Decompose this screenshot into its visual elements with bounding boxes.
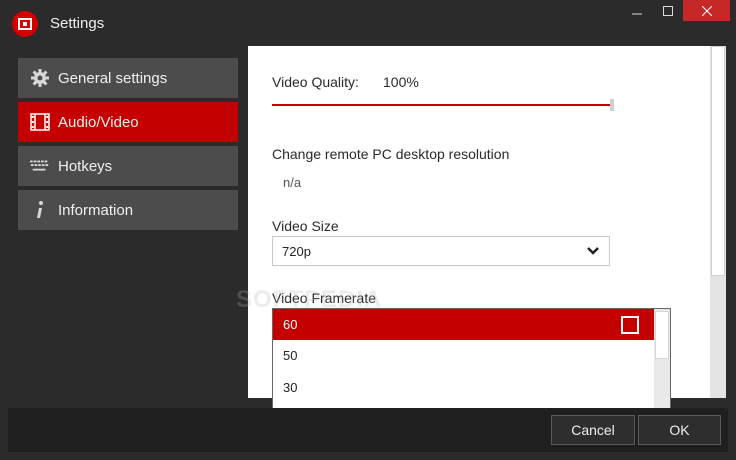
framerate-option-30[interactable]: 30 — [273, 372, 654, 403]
keyboard-icon — [30, 156, 50, 176]
sidebar-item-general-settings[interactable]: General settings — [18, 58, 238, 98]
resolution-value: n/a — [283, 175, 302, 190]
chevron-down-icon — [585, 243, 601, 259]
cancel-button[interactable]: Cancel — [551, 415, 635, 445]
panel-scrollbar-thumb[interactable] — [711, 46, 725, 276]
app-logo-icon — [12, 11, 38, 37]
ok-button[interactable]: OK — [638, 415, 721, 445]
video-quality-label: Video Quality: — [272, 74, 359, 90]
sidebar-item-label: Information — [58, 201, 134, 219]
sidebar-item-hotkeys[interactable]: Hotkeys — [18, 146, 238, 186]
sidebar-item-label: General settings — [58, 69, 168, 87]
resolution-label: Change remote PC desktop resolution — [272, 146, 510, 162]
framerate-option-60[interactable]: 60 — [273, 309, 654, 340]
film-icon — [30, 112, 50, 132]
video-quality-slider-thumb[interactable] — [610, 99, 614, 111]
sidebar-item-audio-video[interactable]: Audio/Video — [18, 102, 238, 142]
maximize-button[interactable] — [654, 0, 682, 21]
minimize-button[interactable] — [621, 0, 653, 21]
close-button[interactable] — [683, 0, 730, 21]
dropdown-scrollbar-thumb[interactable] — [655, 311, 669, 359]
video-size-label: Video Size — [272, 218, 339, 234]
sidebar-item-information[interactable]: Information — [18, 190, 238, 230]
framerate-option-50[interactable]: 50 — [273, 340, 654, 371]
video-quality-slider[interactable] — [272, 104, 612, 106]
video-quality-value: 100% — [383, 74, 419, 90]
video-framerate-dropdown[interactable]: 60 50 30 — [272, 308, 671, 416]
checkbox-icon — [621, 315, 639, 334]
gear-icon — [30, 68, 50, 88]
info-icon — [30, 200, 50, 220]
sidebar-item-label: Audio/Video — [58, 113, 139, 131]
title-bar: Settings — [0, 0, 736, 46]
sidebar-item-label: Hotkeys — [58, 157, 113, 175]
video-size-value: 720p — [282, 243, 311, 259]
window-title: Settings — [50, 15, 105, 32]
panel-scrollbar[interactable] — [710, 46, 726, 398]
dropdown-scrollbar[interactable] — [654, 309, 670, 415]
video-size-select[interactable]: 720p — [272, 236, 610, 266]
